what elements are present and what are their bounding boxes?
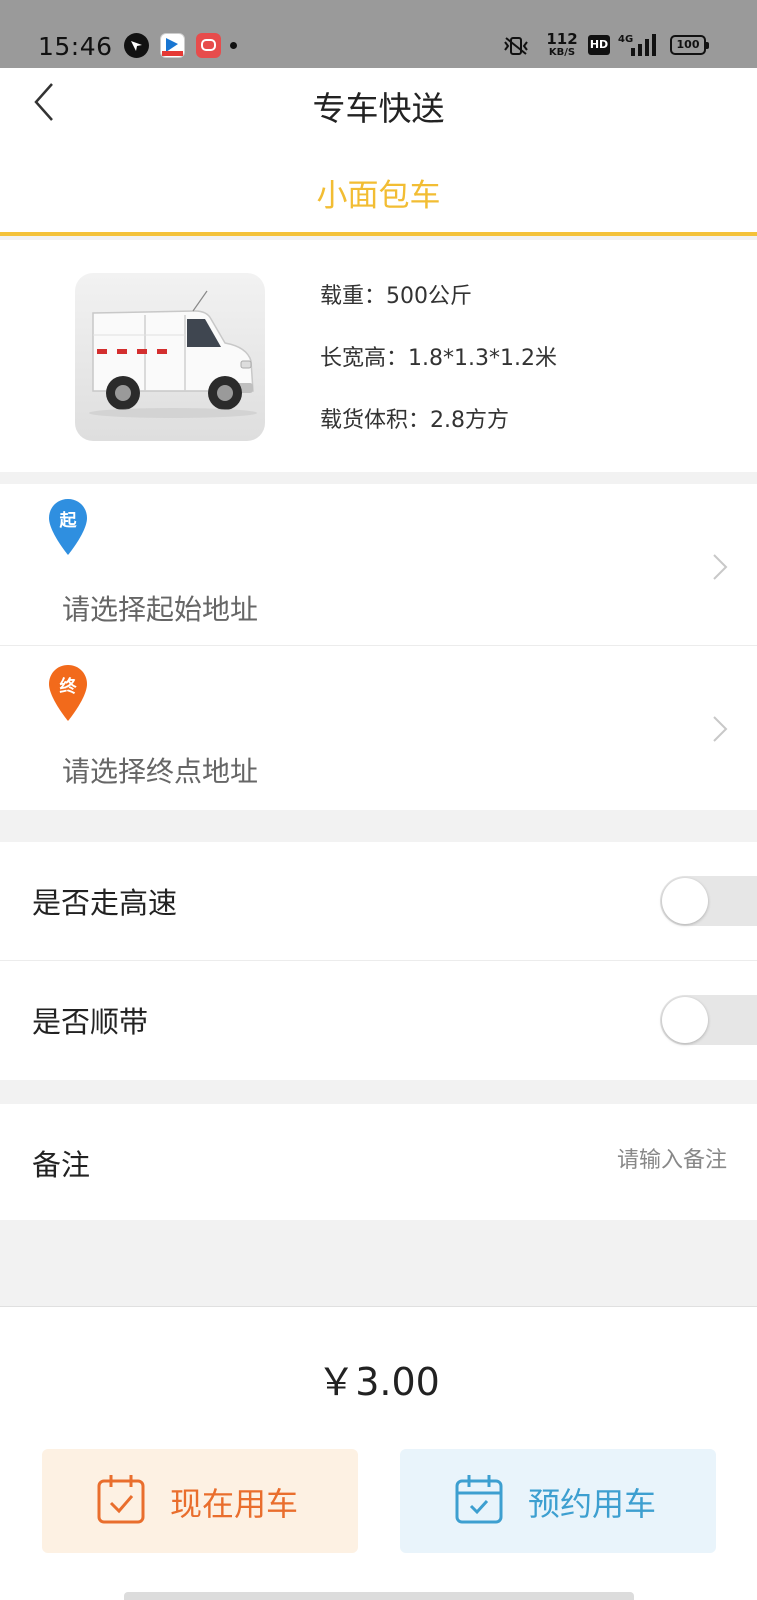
remark-row: 备注 [0, 1104, 757, 1220]
status-time: 15:46 [38, 32, 113, 61]
tab-minivan[interactable]: 小面包车 [0, 170, 757, 215]
highway-label: 是否走高速 [32, 886, 178, 920]
net-speed-value: 112 [546, 30, 578, 48]
price-total: ￥3.00 [317, 1360, 440, 1404]
carpool-label: 是否顺带 [32, 1005, 149, 1039]
calendar-check-icon [455, 1475, 503, 1524]
bottom-panel: ￥3.00 现在用车 预约用车 [0, 1306, 757, 1600]
notification-app-icon [124, 33, 149, 58]
start-pin-label: 起 [59, 511, 77, 531]
use-now-label: 现在用车 [170, 1485, 299, 1523]
status-bar: 15:46 112 KB/S HD 4G 100 [0, 0, 757, 68]
end-pin-label: 终 [59, 677, 77, 697]
vehicle-tab-bar: 小面包车 [0, 136, 757, 236]
toggle-knob [662, 878, 708, 924]
highway-toggle[interactable] [660, 876, 757, 926]
vehicle-dimensions: 长宽高：1.8*1.3*1.2米 [320, 346, 557, 371]
end-address-placeholder: 请选择终点地址 [62, 755, 259, 788]
carpool-toggle[interactable] [660, 995, 757, 1045]
page-title: 专车快送 [312, 89, 445, 128]
nav-bar: 专车快送 [0, 68, 757, 136]
chevron-right-icon [713, 554, 728, 580]
notification-send-icon [160, 33, 185, 58]
toggle-knob [662, 997, 708, 1043]
net-speed: 112 KB/S [545, 32, 579, 58]
chevron-right-icon [713, 716, 728, 742]
more-notifications-dot-icon [230, 42, 237, 49]
minivan-image [75, 273, 265, 441]
start-address-placeholder: 请选择起始地址 [62, 593, 259, 626]
book-vehicle-button[interactable]: 预约用车 [400, 1449, 716, 1553]
highway-option-row: 是否走高速 [0, 842, 757, 961]
vehicle-load: 载重：500公斤 [320, 284, 472, 309]
remark-input[interactable] [567, 1148, 727, 1173]
book-vehicle-label: 预约用车 [528, 1485, 657, 1523]
calendar-check-icon [97, 1475, 145, 1524]
home-indicator[interactable] [124, 1592, 634, 1600]
signal-icon: 4G [618, 34, 656, 56]
vibrate-off-icon [504, 37, 528, 55]
notification-chat-icon [196, 33, 221, 58]
net-speed-unit: KB/S [548, 47, 576, 58]
network-type-label: 4G [618, 34, 633, 45]
vehicle-volume: 载货体积：2.8方方 [320, 408, 509, 433]
battery-icon: 100 [670, 35, 709, 55]
end-address-row[interactable]: 终 请选择终点地址 [0, 646, 757, 808]
start-address-row[interactable]: 起 请选择起始地址 [0, 484, 757, 646]
carpool-option-row: 是否顺带 [0, 961, 757, 1080]
hd-voice-icon: HD [588, 35, 610, 55]
address-section: 起 请选择起始地址 终 请选择终点地址 [0, 484, 757, 810]
options-section: 是否走高速 是否顺带 [0, 842, 757, 1080]
use-now-button[interactable]: 现在用车 [42, 1449, 358, 1553]
remark-label: 备注 [32, 1148, 91, 1182]
vehicle-info-card: 载重：500公斤 长宽高：1.8*1.3*1.2米 载货体积：2.8方方 [0, 240, 757, 472]
